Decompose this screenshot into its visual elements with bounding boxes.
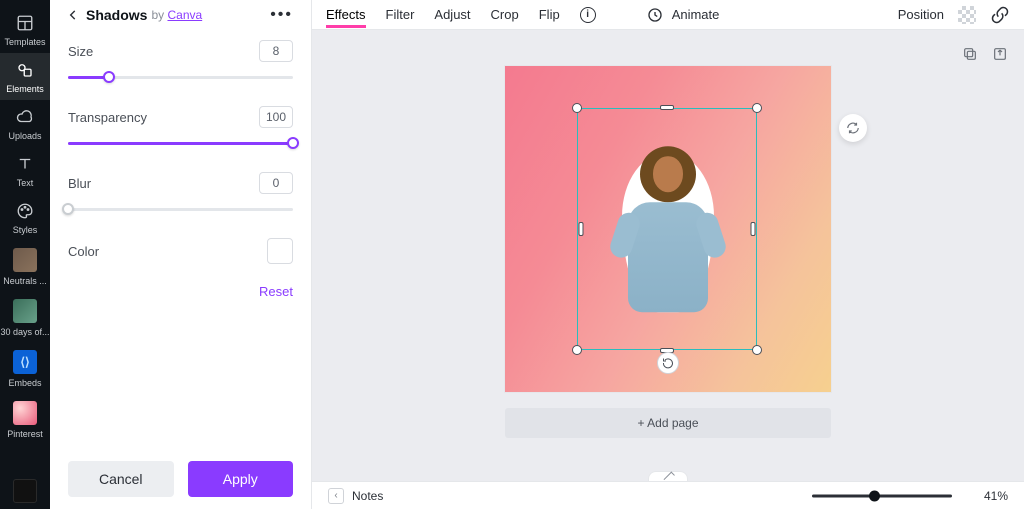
tab-effects[interactable]: Effects — [326, 1, 366, 28]
rail-label: Uploads — [8, 131, 41, 141]
transparency-control: Transparency 100 — [68, 106, 293, 152]
brand-link[interactable]: Canva — [167, 8, 202, 22]
back-icon[interactable] — [64, 6, 82, 24]
more-icon[interactable]: ••• — [266, 4, 297, 26]
text-icon — [15, 154, 35, 174]
folder-thumb-icon — [13, 299, 37, 323]
resize-handle-sw[interactable] — [572, 345, 582, 355]
size-value-input[interactable]: 8 — [259, 40, 293, 62]
context-toolbar: Effects Filter Adjust Crop Flip i Animat… — [312, 0, 1024, 30]
embeds-thumb-icon: ⟨⟩ — [13, 350, 37, 374]
panel-footer: Cancel Apply — [50, 449, 311, 509]
panel-byline: by Canva — [151, 8, 202, 22]
reset-button[interactable]: Reset — [68, 284, 293, 299]
export-page-icon[interactable] — [992, 46, 1008, 62]
blur-label: Blur — [68, 176, 91, 191]
resize-handle-se[interactable] — [752, 345, 762, 355]
rail-label: Templates — [4, 37, 45, 47]
animate-button[interactable]: Animate — [646, 6, 720, 24]
transparency-slider[interactable] — [68, 134, 293, 152]
tab-flip[interactable]: Flip — [539, 1, 560, 28]
rail-label: Pinterest — [7, 429, 43, 439]
resize-handle-e[interactable] — [751, 222, 756, 236]
cancel-button[interactable]: Cancel — [68, 461, 174, 497]
blur-slider[interactable] — [68, 200, 293, 218]
folder-thumb-icon — [13, 248, 37, 272]
rail-item-styles[interactable]: Styles — [0, 194, 50, 241]
rail-label: Text — [17, 178, 34, 188]
tab-crop[interactable]: Crop — [491, 1, 519, 28]
zoom-value: 41% — [984, 489, 1008, 503]
resize-handle-n[interactable] — [660, 105, 674, 110]
zoom-slider[interactable] — [812, 494, 952, 497]
effects-panel: Shadows by Canva ••• Size 8 Transparency… — [50, 0, 312, 509]
size-slider[interactable] — [68, 68, 293, 86]
link-icon[interactable] — [990, 5, 1010, 25]
stage-drawer-handle[interactable] — [648, 471, 688, 481]
rail-label: Styles — [13, 225, 38, 235]
blur-control: Blur 0 — [68, 172, 293, 218]
rail-item-text[interactable]: Text — [0, 147, 50, 194]
regen-icon[interactable] — [839, 114, 867, 142]
rail-item-neutrals[interactable]: Neutrals ... — [0, 241, 50, 292]
info-icon[interactable]: i — [580, 7, 596, 23]
selection-frame[interactable] — [577, 108, 757, 350]
rail-item-30days[interactable]: 30 days of... — [0, 292, 50, 343]
transparency-icon[interactable] — [958, 6, 976, 24]
transparency-value-input[interactable]: 100 — [259, 106, 293, 128]
rail-item-uploads[interactable]: Uploads — [0, 100, 50, 147]
resize-handle-nw[interactable] — [572, 103, 582, 113]
app-thumb-icon — [13, 479, 37, 503]
apply-button[interactable]: Apply — [188, 461, 294, 497]
rail-label: Embeds — [8, 378, 41, 388]
rail-item-more-apps[interactable] — [0, 472, 50, 509]
pinterest-thumb-icon — [13, 401, 37, 425]
scroll-left-icon[interactable]: ‹ — [328, 488, 344, 504]
rail-item-templates[interactable]: Templates — [0, 6, 50, 53]
duplicate-page-icon[interactable] — [962, 46, 978, 62]
resize-handle-ne[interactable] — [752, 103, 762, 113]
cloud-icon — [15, 107, 35, 127]
position-button[interactable]: Position — [898, 7, 944, 22]
resize-handle-w[interactable] — [579, 222, 584, 236]
color-label: Color — [68, 244, 99, 259]
color-swatch[interactable] — [267, 238, 293, 264]
design-canvas[interactable] — [505, 66, 831, 392]
transparency-label: Transparency — [68, 110, 147, 125]
color-control: Color — [68, 238, 293, 264]
size-control: Size 8 — [68, 40, 293, 86]
left-rail: Templates Elements Uploads Text Styles N… — [0, 0, 50, 509]
rail-item-pinterest[interactable]: Pinterest — [0, 394, 50, 445]
shapes-icon — [15, 60, 35, 80]
layout-icon — [15, 13, 35, 33]
tab-filter[interactable]: Filter — [386, 1, 415, 28]
notes-button[interactable]: Notes — [352, 489, 383, 503]
rail-label: Elements — [6, 84, 44, 94]
panel-header: Shadows by Canva ••• — [50, 0, 311, 30]
main-area: Effects Filter Adjust Crop Flip i Animat… — [312, 0, 1024, 509]
rail-label: Neutrals ... — [3, 276, 47, 286]
palette-icon — [15, 201, 35, 221]
rotate-icon[interactable] — [657, 352, 679, 374]
size-label: Size — [68, 44, 93, 59]
animate-label: Animate — [672, 7, 720, 22]
tab-adjust[interactable]: Adjust — [434, 1, 470, 28]
canvas-stage[interactable]: + Add page — [312, 30, 1024, 481]
rail-item-embeds[interactable]: ⟨⟩ Embeds — [0, 343, 50, 394]
rail-label: 30 days of... — [0, 327, 49, 337]
rail-item-elements[interactable]: Elements — [0, 53, 50, 100]
blur-value-input[interactable]: 0 — [259, 172, 293, 194]
panel-title: Shadows — [86, 7, 147, 23]
panel-body: Size 8 Transparency 100 Blur — [50, 30, 311, 449]
editor-footer: ‹ Notes 41% — [312, 481, 1024, 509]
add-page-button[interactable]: + Add page — [505, 408, 831, 438]
animate-icon — [646, 6, 664, 24]
